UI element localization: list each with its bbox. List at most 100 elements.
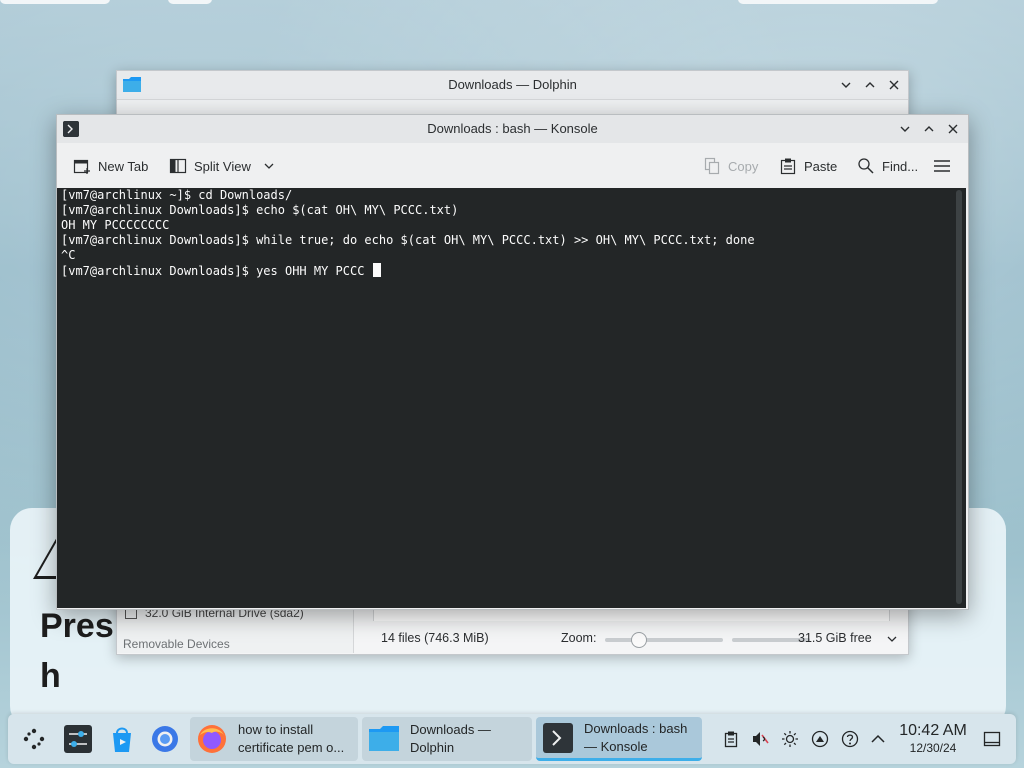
chromium-browser-icon bbox=[152, 726, 178, 752]
application-launcher-icon bbox=[23, 728, 45, 750]
paste-label: Paste bbox=[804, 158, 838, 174]
places-section-removable-devices: Removable Devices bbox=[123, 637, 230, 651]
konsole-titlebar[interactable]: Downloads : bash — Konsole bbox=[57, 115, 968, 143]
terminal-scrollbar[interactable] bbox=[956, 190, 962, 604]
help-icon bbox=[841, 730, 859, 748]
terminal-prompt-line: [vm7@archlinux Downloads]$ yes OHH MY PC… bbox=[61, 263, 755, 278]
free-space-label[interactable]: 31.5 GiB free bbox=[798, 631, 872, 645]
software-store-icon bbox=[113, 727, 131, 752]
task-label-line: how to install bbox=[238, 722, 314, 737]
zoom-label: Zoom: bbox=[561, 631, 597, 645]
show-hidden-tray-button[interactable] bbox=[868, 729, 888, 749]
split-view-icon bbox=[169, 158, 187, 174]
copy-label: Copy bbox=[728, 158, 759, 174]
konsole-window-title: Downloads : bash — Konsole bbox=[427, 121, 598, 136]
minimize-button[interactable] bbox=[837, 76, 855, 94]
file-count-label: 14 files (746.3 MiB) bbox=[381, 631, 489, 645]
task-label-line: Dolphin bbox=[410, 740, 455, 755]
maximize-button[interactable] bbox=[861, 76, 879, 94]
chevron-up-icon bbox=[865, 82, 875, 88]
chevron-up-icon bbox=[871, 734, 885, 743]
system-settings-icon bbox=[64, 725, 92, 753]
minimize-button[interactable] bbox=[896, 120, 914, 138]
discover-launcher[interactable] bbox=[106, 723, 138, 755]
paste-icon bbox=[780, 158, 796, 175]
terminal-line: [vm7@archlinux Downloads]$ while true; d… bbox=[61, 233, 755, 247]
show-desktop-icon bbox=[983, 731, 1001, 747]
maximize-button[interactable] bbox=[920, 120, 938, 138]
task-label-line: — Konsole bbox=[584, 738, 648, 754]
help-tray-button[interactable] bbox=[840, 729, 860, 749]
brightness-icon bbox=[782, 731, 798, 747]
firefox-icon bbox=[198, 725, 226, 753]
close-button[interactable] bbox=[885, 76, 903, 94]
split-view-button[interactable]: Split View bbox=[169, 153, 282, 179]
terminal-view[interactable]: [vm7@archlinux ~]$ cd Downloads/[vm7@arc… bbox=[57, 188, 966, 608]
dolphin-window-title: Downloads — Dolphin bbox=[448, 77, 577, 92]
hamburger-menu-button[interactable] bbox=[933, 153, 958, 179]
terminal-current-command: [vm7@archlinux Downloads]$ yes OHH MY PC… bbox=[61, 264, 372, 278]
terminal-output: [vm7@archlinux ~]$ cd Downloads/[vm7@arc… bbox=[61, 188, 755, 278]
volume-muted-icon bbox=[753, 732, 769, 746]
terminal-app-icon bbox=[543, 722, 573, 753]
application-launcher-button[interactable] bbox=[18, 723, 50, 755]
find-button[interactable]: Find... bbox=[857, 153, 918, 179]
show-desktop-button[interactable] bbox=[982, 729, 1002, 749]
terminal-line: OH MY PCCCCCCCC bbox=[61, 218, 170, 232]
volume-tray-button[interactable] bbox=[750, 729, 770, 749]
task-label-line: Downloads — bbox=[410, 722, 491, 737]
new-tab-icon bbox=[73, 159, 90, 174]
network-icon bbox=[811, 730, 829, 748]
task-label: Downloads — Dolphin bbox=[410, 721, 532, 757]
background-card-text: Pres bbox=[40, 607, 114, 645]
desktop-remnant-shape bbox=[168, 0, 212, 4]
clock-date: 12/30/24 bbox=[909, 741, 957, 755]
clipboard-tray-button[interactable] bbox=[721, 729, 741, 749]
text-cursor bbox=[372, 263, 381, 277]
zoom-slider[interactable] bbox=[605, 632, 723, 648]
paste-button[interactable]: Paste bbox=[779, 153, 837, 179]
taskbar: how to install certificate pem o... Down… bbox=[8, 714, 1016, 764]
copy-button[interactable]: Copy bbox=[703, 153, 758, 179]
clipboard-icon bbox=[724, 731, 738, 748]
terminal-line: [vm7@archlinux ~]$ cd Downloads/ bbox=[61, 188, 293, 202]
close-icon bbox=[948, 124, 958, 134]
background-card-text: h bbox=[40, 657, 61, 695]
brightness-tray-button[interactable] bbox=[780, 729, 800, 749]
terminal-line: ^C bbox=[61, 248, 76, 262]
new-tab-button[interactable]: New Tab bbox=[73, 153, 148, 179]
task-firefox[interactable]: how to install certificate pem o... bbox=[190, 717, 358, 761]
chevron-down-icon[interactable] bbox=[886, 633, 898, 645]
find-label: Find... bbox=[882, 158, 919, 174]
new-tab-label: New Tab bbox=[98, 158, 149, 174]
system-settings-launcher[interactable] bbox=[62, 723, 94, 755]
chevron-down-icon[interactable] bbox=[263, 160, 275, 172]
task-label: how to install certificate pem o... bbox=[238, 721, 358, 757]
konsole-window[interactable]: Downloads : bash — Konsole New Tab Split… bbox=[56, 114, 969, 610]
network-tray-button[interactable] bbox=[810, 729, 830, 749]
close-button[interactable] bbox=[944, 120, 962, 138]
chromium-launcher[interactable] bbox=[149, 723, 181, 755]
desktop-remnant-shape bbox=[0, 0, 110, 4]
chevron-up-icon bbox=[924, 126, 934, 132]
clock-time: 10:42 AM bbox=[899, 722, 967, 739]
close-icon bbox=[889, 80, 899, 90]
zoom-slider-handle[interactable] bbox=[631, 632, 647, 648]
digital-clock[interactable]: 10:42 AM 12/30/24 bbox=[895, 721, 971, 755]
copy-icon bbox=[704, 157, 720, 175]
dolphin-statusbar: 14 files (746.3 MiB) Zoom: 31.5 GiB free bbox=[373, 624, 908, 654]
task-label-line: certificate pem o... bbox=[238, 740, 345, 755]
chevron-down-icon bbox=[900, 126, 910, 132]
task-konsole[interactable]: Downloads : bash — Konsole bbox=[536, 717, 702, 761]
task-label-line: Downloads : bash bbox=[584, 720, 688, 736]
folder-icon bbox=[369, 726, 399, 751]
desktop-remnant-shape bbox=[738, 0, 938, 4]
chevron-down-icon bbox=[841, 82, 851, 88]
desktop-top-remnant bbox=[0, 0, 1024, 8]
task-label: Downloads : bash — Konsole bbox=[584, 720, 702, 756]
search-icon bbox=[858, 158, 874, 174]
terminal-line: [vm7@archlinux Downloads]$ echo $(cat OH… bbox=[61, 203, 459, 217]
task-dolphin[interactable]: Downloads — Dolphin bbox=[362, 717, 532, 761]
konsole-toolbar: New Tab Split View Copy Paste Find... bbox=[57, 144, 968, 188]
dolphin-titlebar[interactable]: Downloads — Dolphin bbox=[117, 71, 908, 100]
